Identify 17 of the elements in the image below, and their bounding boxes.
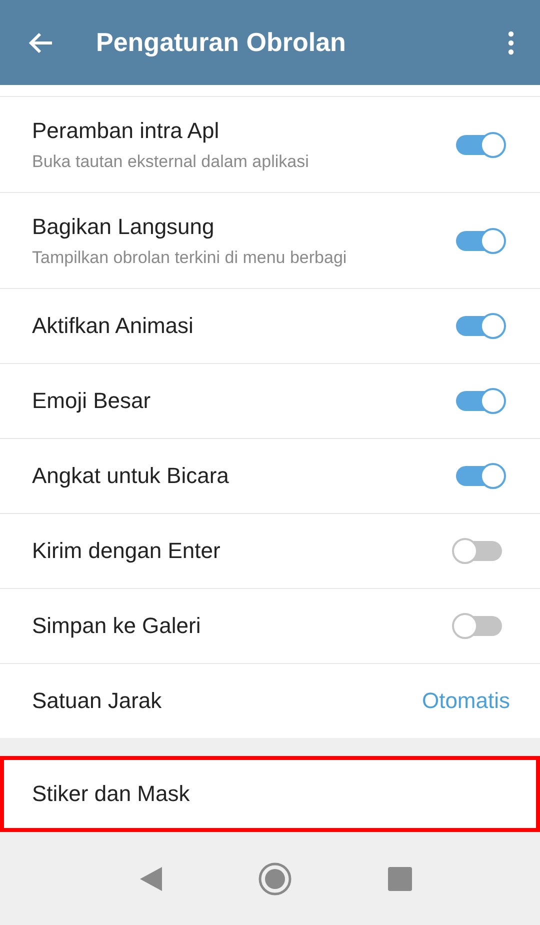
setting-label: Peramban intra Apl: [32, 118, 220, 144]
setting-label: Satuan Jarak: [32, 688, 163, 714]
setting-label: Angkat untuk Bicara: [32, 463, 230, 489]
setting-description: Tampilkan obrolan terkini di menu berbagi: [32, 248, 348, 268]
setting-label: Simpan ke Galeri: [32, 613, 202, 639]
setting-label: Emoji Besar: [32, 388, 152, 414]
back-triangle-icon[interactable]: [140, 866, 162, 890]
setting-value: Otomatis: [422, 688, 510, 714]
square-icon[interactable]: [388, 866, 412, 890]
setting-label: Bagikan Langsung: [32, 214, 216, 240]
setting-label: Kirim dengan Enter: [32, 538, 222, 564]
app-bar-title: Pengaturan Obrolan: [96, 27, 347, 58]
setting-label: Aktifkan Animasi: [32, 313, 194, 339]
setting-description: Buka tautan eksternal dalam aplikasi: [32, 152, 310, 172]
home-circle-icon[interactable]: [258, 862, 292, 896]
settings-row[interactable]: Stiker dan Mask: [0, 756, 540, 832]
setting-label: Stiker dan Mask: [32, 781, 190, 807]
